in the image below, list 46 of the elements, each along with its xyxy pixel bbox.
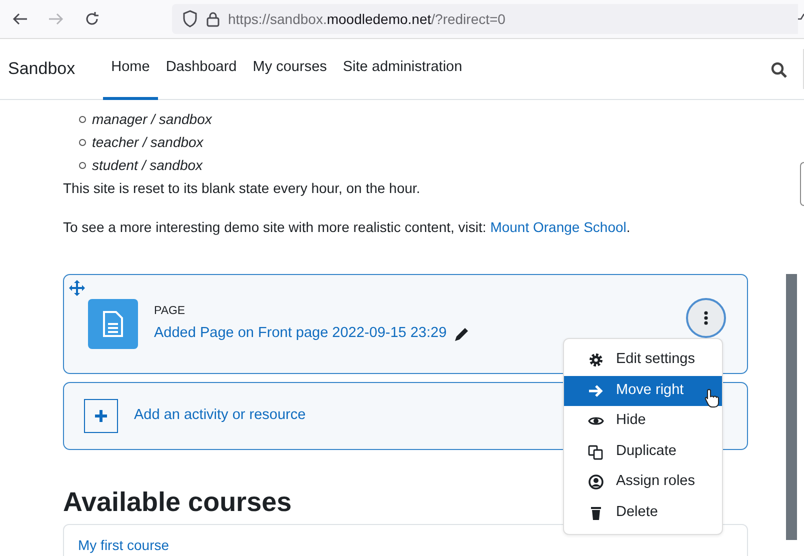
arrow-left-icon	[12, 11, 28, 27]
activity-type: PAGE	[154, 304, 186, 319]
add-button[interactable]	[84, 399, 118, 433]
plus-icon	[95, 410, 107, 422]
nav-link[interactable]: My courses	[244, 39, 335, 100]
user-circle-icon	[588, 474, 604, 490]
address-bar[interactable]: https://sandbox.moodledemo.net/?redirect=0	[172, 4, 798, 34]
menu-item[interactable]: Move right	[564, 376, 722, 406]
trash-icon	[588, 504, 604, 521]
site-name[interactable]: Sandbox	[8, 56, 76, 82]
page-icon	[88, 299, 138, 349]
arrow-right-icon	[48, 11, 64, 27]
move-icon[interactable]	[69, 280, 85, 296]
nav-link[interactable]: Dashboard	[158, 39, 245, 100]
activity-link[interactable]: Added Page on Front page 2022-09-15 23:29	[154, 323, 447, 345]
menu-item[interactable]: Hide	[564, 406, 722, 436]
reload-icon	[84, 11, 100, 27]
arrow-right-icon	[588, 382, 604, 399]
section-heading: Available courses	[63, 486, 292, 518]
menu-item[interactable]: Delete	[564, 498, 722, 528]
course-link[interactable]: My first course	[78, 537, 170, 554]
account-item: teacher / sandbox	[92, 133, 204, 152]
copy-icon	[588, 444, 604, 460]
info-text: To see a more interesting demo site with more realistic content, visit: Mount Orange School.	[63, 218, 632, 237]
bullet-icon	[79, 116, 86, 123]
bullet-icon	[79, 139, 86, 146]
menu-item[interactable]: Duplicate	[564, 436, 722, 467]
actions-menu-button[interactable]	[686, 298, 726, 338]
link[interactable]: Mount Orange School	[490, 219, 626, 235]
url-text: https://sandbox.moodledemo.net/?redirect=0	[228, 10, 506, 29]
menu-item[interactable]: Edit settings	[564, 345, 722, 376]
hand-pointer-icon	[704, 388, 720, 408]
nav-link[interactable]: Site administration	[334, 39, 470, 100]
account-item: manager / sandbox	[92, 110, 212, 129]
scrollbar-thumb[interactable]	[786, 274, 797, 540]
add-activity-link[interactable]: Add an activity or resource	[134, 405, 306, 427]
info-text: This site is reset to its blank state every hour, on the hour.	[63, 179, 422, 198]
drawer-handle[interactable]	[800, 162, 804, 206]
nav-link[interactable]: Home	[103, 39, 158, 100]
menu-item[interactable]: Assign roles	[564, 467, 722, 498]
account-item: student / sandbox	[92, 156, 203, 175]
bullet-icon	[79, 162, 86, 169]
lock-icon	[206, 11, 220, 27]
kebab-icon	[704, 311, 708, 325]
shield-icon	[182, 10, 198, 28]
gear-icon	[588, 352, 604, 368]
